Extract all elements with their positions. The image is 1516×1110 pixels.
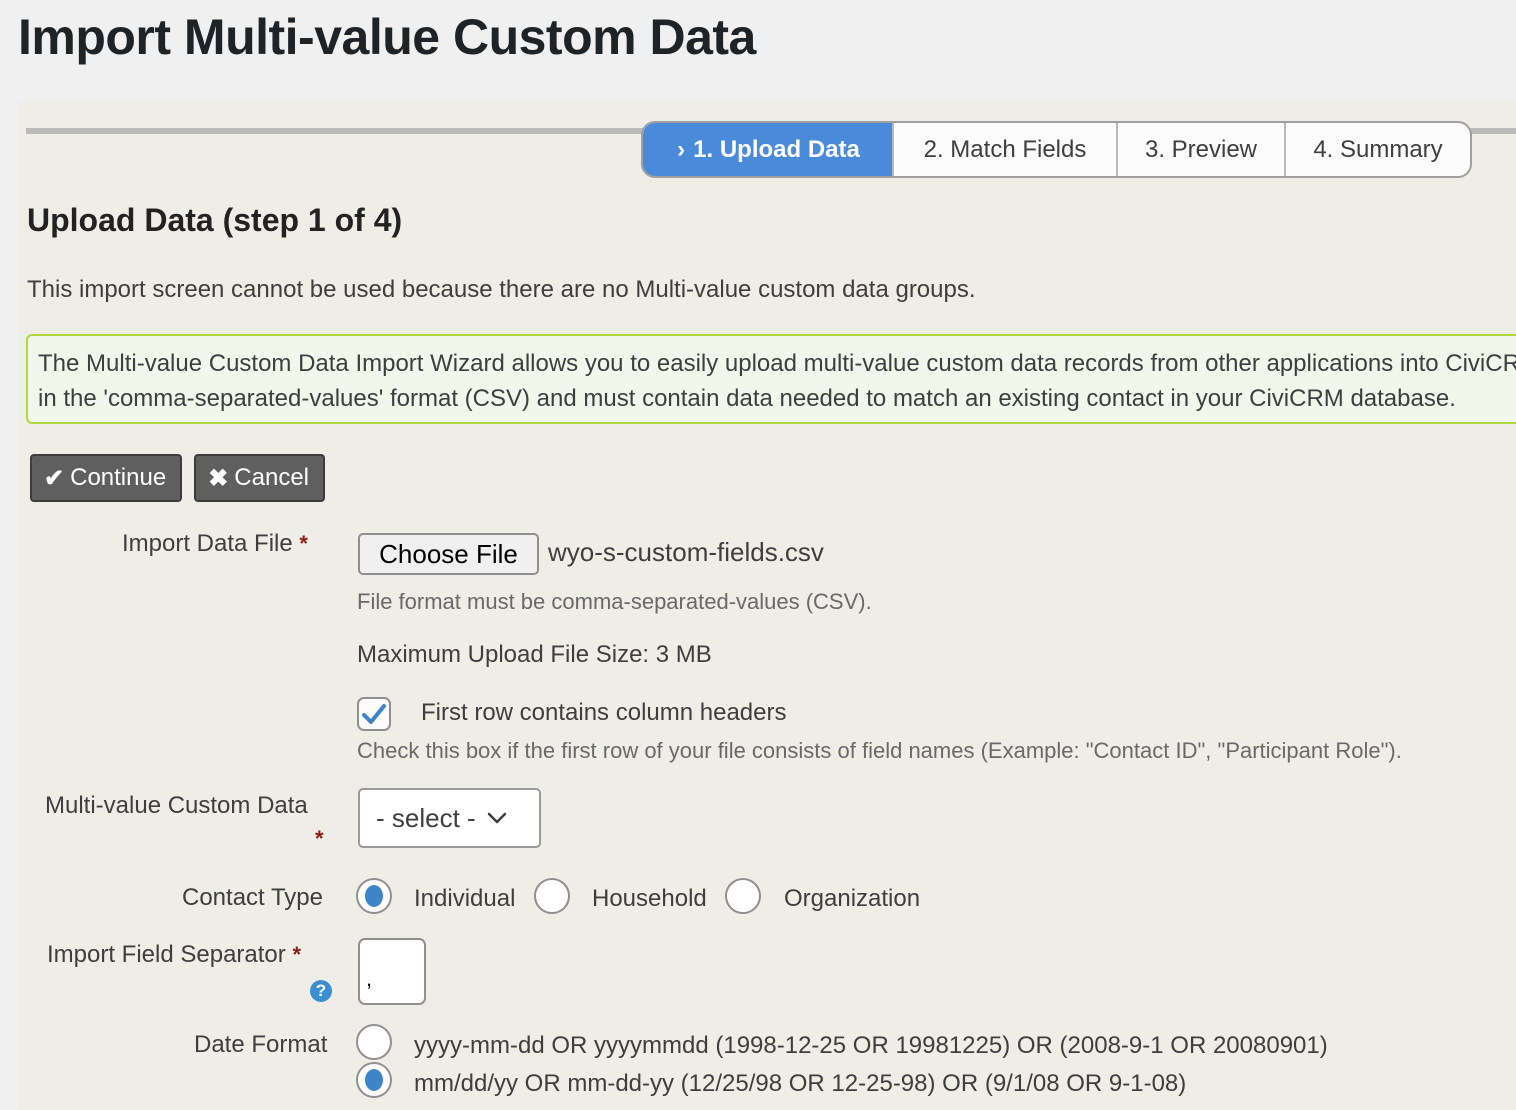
field-separator-label-text: Import Field Separator <box>47 941 286 968</box>
radio-label-individual: Individual <box>414 885 516 912</box>
required-marker: * <box>292 942 302 967</box>
help-icon[interactable]: ? <box>310 980 332 1002</box>
select-value: - select - <box>376 802 476 833</box>
check-icon: ✔ <box>44 464 65 492</box>
field-separator-input[interactable]: , <box>358 938 426 1005</box>
radio-date-format-us[interactable] <box>356 1062 392 1098</box>
chevron-right-icon: › <box>677 135 686 163</box>
radio-label-date-format-iso: yyyy-mm-dd OR yyyymmdd (1998-12-25 OR 19… <box>414 1032 1328 1059</box>
wizard-step-label: 3. Preview <box>1144 135 1258 163</box>
selected-file-name: wyo-s-custom-fields.csv <box>548 537 824 567</box>
radio-household[interactable] <box>534 878 570 914</box>
radio-label-date-format-us: mm/dd/yy OR mm-dd-yy (12/25/98 OR 12-25-… <box>414 1070 1187 1097</box>
radio-label-organization: Organization <box>784 885 921 912</box>
max-upload-size: Maximum Upload File Size: 3 MB <box>357 641 712 668</box>
continue-label: Continue <box>70 464 167 491</box>
column-headers-label: First row contains column headers <box>421 699 787 726</box>
import-file-label-text: Import Data File <box>122 530 293 557</box>
status-message: This import screen cannot be used becaus… <box>27 276 976 303</box>
contact-type-label: Contact Type <box>182 884 323 911</box>
help-box: The Multi-value Custom Data Import Wizar… <box>26 334 1516 424</box>
multi-value-label: Multi-value Custom Data <box>45 792 308 819</box>
date-format-label: Date Format <box>194 1031 328 1058</box>
button-row: ✔ Continue ✖ Cancel <box>30 454 326 502</box>
field-separator-label: Import Field Separator * <box>47 941 301 969</box>
help-text-line-1: The Multi-value Custom Data Import Wizar… <box>38 350 1516 377</box>
wizard-step-upload-data[interactable]: › 1. Upload Data <box>643 123 892 176</box>
radio-organization[interactable] <box>725 878 761 914</box>
required-marker: * <box>299 531 308 556</box>
cancel-label: Cancel <box>234 464 310 491</box>
choose-file-button[interactable]: Choose File <box>358 533 539 575</box>
cancel-button[interactable]: ✖ Cancel <box>194 454 326 502</box>
section-title: Upload Data (step 1 of 4) <box>27 202 403 238</box>
page-title: Import Multi-value Custom Data <box>18 9 756 65</box>
multi-value-select[interactable]: - select - <box>358 788 541 848</box>
radio-label-household: Household <box>592 885 707 912</box>
wizard-step-match-fields[interactable]: 2. Match Fields <box>892 123 1116 176</box>
crm-container: › 1. Upload Data 2. Match Fields 3. Prev… <box>18 100 1516 1110</box>
required-marker: * <box>315 826 324 851</box>
wizard-step-summary[interactable]: 4. Summary <box>1284 123 1470 176</box>
radio-date-format-iso[interactable] <box>356 1024 392 1060</box>
continue-button[interactable]: ✔ Continue <box>30 454 183 502</box>
radio-individual[interactable] <box>356 878 392 914</box>
close-icon: ✖ <box>208 464 229 492</box>
wizard-step-label: 1. Upload Data <box>693 135 860 163</box>
import-file-label: Import Data File * <box>122 530 308 558</box>
checkmark-icon <box>362 704 386 724</box>
file-format-description: File format must be comma-separated-valu… <box>357 589 872 614</box>
chevron-down-icon <box>487 812 506 824</box>
help-text-line-2: in the 'comma-separated-values' format (… <box>38 385 1456 412</box>
column-headers-checkbox[interactable] <box>357 697 391 731</box>
wizard-step-label: 2. Match Fields <box>923 135 1087 163</box>
wizard-step-preview[interactable]: 3. Preview <box>1116 123 1284 176</box>
wizard-steps: › 1. Upload Data 2. Match Fields 3. Prev… <box>641 121 1472 178</box>
column-headers-description: Check this box if the first row of your … <box>357 738 1402 763</box>
wizard-step-label: 4. Summary <box>1313 135 1443 163</box>
